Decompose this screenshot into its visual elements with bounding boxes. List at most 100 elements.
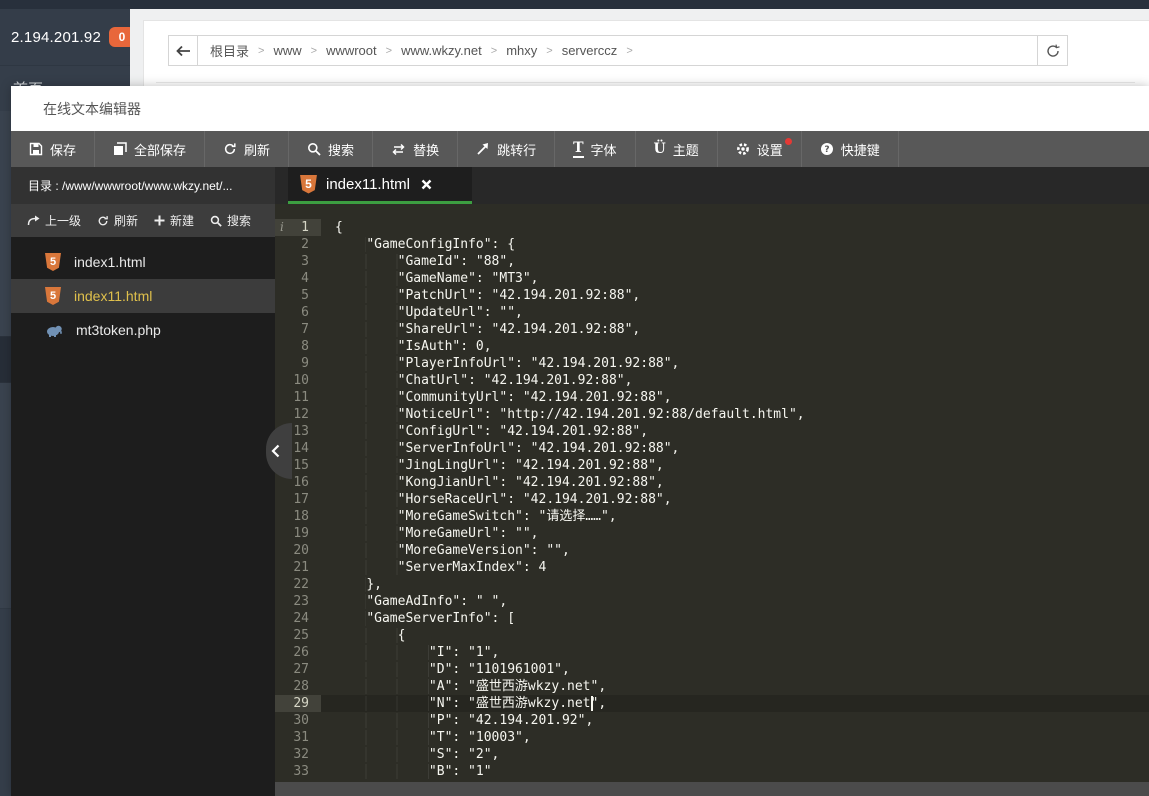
code-line[interactable]: 22 }, bbox=[275, 576, 1149, 593]
indent-guides bbox=[335, 424, 398, 439]
code-text: "T": "10003", bbox=[335, 730, 531, 745]
save-all-button[interactable]: 全部保存 bbox=[95, 131, 205, 167]
code-line[interactable]: 2 "GameConfigInfo": { bbox=[275, 236, 1149, 253]
goto-line-button[interactable]: 跳转行 bbox=[458, 131, 555, 167]
sidebar-server-header[interactable]: 2.194.201.92 0 bbox=[0, 9, 130, 66]
file-item-mt3token-php[interactable]: mt3token.php bbox=[11, 313, 275, 347]
gutter-info-marker: i bbox=[280, 219, 284, 236]
file-item-index1-html[interactable]: 5index1.html bbox=[11, 245, 275, 279]
breadcrumb-item[interactable]: www bbox=[273, 43, 301, 58]
line-number: 30 bbox=[275, 712, 321, 729]
code-line[interactable]: 33 "B": "1" bbox=[275, 763, 1149, 780]
code-line[interactable]: 18 "MoreGameSwitch": "请选择……", bbox=[275, 508, 1149, 525]
code-line[interactable]: 24 "GameServerInfo": [ bbox=[275, 610, 1149, 627]
code-line[interactable]: 28 "A": "盛世西游wkzy.net", bbox=[275, 678, 1149, 695]
replace-button[interactable]: 替换 bbox=[373, 131, 458, 167]
tree-search-button[interactable]: 搜索 bbox=[202, 212, 259, 229]
code-line[interactable]: 13 "ConfigUrl": "42.194.201.92:88", bbox=[275, 423, 1149, 440]
up-level-button[interactable]: 上一级 bbox=[19, 212, 89, 229]
breadcrumb-refresh-button[interactable] bbox=[1037, 36, 1067, 65]
new-file-button[interactable]: 新建 bbox=[146, 212, 202, 229]
code-line[interactable]: 5 "PatchUrl": "42.194.201.92:88", bbox=[275, 287, 1149, 304]
code-line[interactable]: 21 "ServerMaxIndex": 4 bbox=[275, 559, 1149, 576]
php-file-icon bbox=[45, 323, 63, 337]
code-line[interactable]: 12 "NoticeUrl": "http://42.194.201.92:88… bbox=[275, 406, 1149, 423]
code-line[interactable]: 25 { bbox=[275, 627, 1149, 644]
code-line[interactable]: 16 "KongJianUrl": "42.194.201.92:88", bbox=[275, 474, 1149, 491]
code-line[interactable]: 27 "D": "1101961001", bbox=[275, 661, 1149, 678]
settings-button[interactable]: 设置 bbox=[718, 131, 802, 167]
code-line[interactable]: 4 "GameName": "MT3", bbox=[275, 270, 1149, 287]
code-line[interactable]: 3 "GameId": "88", bbox=[275, 253, 1149, 270]
editor-body: 目录 : /www/wwwroot/www.wkzy.net/... 上一级 刷… bbox=[11, 167, 1149, 796]
indent-guides bbox=[335, 254, 398, 269]
code-line[interactable]: 14 "ServerInfoUrl": "42.194.201.92:88", bbox=[275, 440, 1149, 457]
tab-index11-html[interactable]: 5 index11.html bbox=[288, 167, 472, 204]
font-button[interactable]: T 字体 bbox=[555, 131, 635, 167]
code-line[interactable]: 10 "ChatUrl": "42.194.201.92:88", bbox=[275, 372, 1149, 389]
code-text: "P": "42.194.201.92", bbox=[335, 713, 593, 728]
indent-guides bbox=[335, 526, 398, 541]
breadcrumb-item[interactable]: 根目录 bbox=[210, 41, 249, 60]
editor-title: 在线文本编辑器 bbox=[43, 99, 141, 119]
html-file-icon: 5 bbox=[300, 175, 317, 194]
code-line[interactable]: 19 "MoreGameUrl": "", bbox=[275, 525, 1149, 542]
directory-path-bar: 目录 : /www/wwwroot/www.wkzy.net/... bbox=[11, 167, 275, 204]
editor-search-button[interactable]: 搜索 bbox=[289, 131, 373, 167]
code-line[interactable]: 20 "MoreGameVersion": "", bbox=[275, 542, 1149, 559]
breadcrumb-item[interactable]: serverccz bbox=[562, 43, 618, 58]
breadcrumb-item[interactable]: wwwroot bbox=[326, 43, 377, 58]
file-name: mt3token.php bbox=[76, 322, 161, 338]
refresh-icon bbox=[97, 215, 109, 227]
code-text: "ChatUrl": "42.194.201.92:88", bbox=[335, 373, 632, 388]
breadcrumb-item[interactable]: mhxy bbox=[506, 43, 537, 58]
code-line[interactable]: 30 "P": "42.194.201.92", bbox=[275, 712, 1149, 729]
back-button[interactable] bbox=[169, 36, 198, 65]
code-line[interactable]: 8 "IsAuth": 0, bbox=[275, 338, 1149, 355]
hotkeys-button[interactable]: ? 快捷键 bbox=[802, 131, 899, 167]
code-text: "ServerInfoUrl": "42.194.201.92:88", bbox=[335, 441, 679, 456]
code-text: "MoreGameSwitch": "请选择……", bbox=[335, 509, 617, 524]
code-line[interactable]: 29 "N": "盛世西游wkzy.net", bbox=[275, 695, 1149, 712]
code-line[interactable]: 7 "ShareUrl": "42.194.201.92:88", bbox=[275, 321, 1149, 338]
code-line[interactable]: 11 "CommunityUrl": "42.194.201.92:88", bbox=[275, 389, 1149, 406]
theme-button[interactable]: Ü 主题 bbox=[636, 131, 718, 167]
close-tab-icon[interactable] bbox=[421, 179, 432, 190]
line-number: 20 bbox=[275, 542, 321, 559]
code-line[interactable]: 31 "T": "10003", bbox=[275, 729, 1149, 746]
code-editor-pane: 5 index11.html 1i{2 "GameConfigInfo": {3… bbox=[275, 167, 1149, 796]
code-line[interactable]: 6 "UpdateUrl": "", bbox=[275, 304, 1149, 321]
breadcrumb-separator: > bbox=[386, 45, 392, 57]
editor-toolbar: 保存 全部保存 刷新 搜索 bbox=[11, 131, 1149, 167]
code-text: "GameConfigInfo": { bbox=[335, 237, 515, 252]
top-strip bbox=[0, 0, 1149, 9]
tree-refresh-button[interactable]: 刷新 bbox=[89, 212, 146, 229]
code-text: "GameServerInfo": [ bbox=[335, 611, 515, 626]
line-number: 31 bbox=[275, 729, 321, 746]
indent-guides bbox=[335, 713, 429, 728]
code-line[interactable]: 32 "S": "2", bbox=[275, 746, 1149, 763]
save-button[interactable]: 保存 bbox=[11, 131, 95, 167]
refresh-icon bbox=[1045, 43, 1061, 59]
code-text: "N": "盛世西游wkzy.net", bbox=[335, 696, 606, 711]
indent-guides bbox=[335, 339, 398, 354]
code-line[interactable]: 17 "HorseRaceUrl": "42.194.201.92:88", bbox=[275, 491, 1149, 508]
file-item-index11-html[interactable]: 5index11.html bbox=[11, 279, 275, 313]
file-name: index11.html bbox=[74, 288, 152, 304]
indent-guides bbox=[335, 611, 366, 626]
code-line[interactable]: 9 "PlayerInfoUrl": "42.194.201.92:88", bbox=[275, 355, 1149, 372]
code-line[interactable]: 23 "GameAdInfo": " ", bbox=[275, 593, 1149, 610]
indent-guides bbox=[335, 322, 398, 337]
indent-guides bbox=[335, 662, 429, 677]
code-line[interactable]: 15 "JingLingUrl": "42.194.201.92:88", bbox=[275, 457, 1149, 474]
indent-guides bbox=[335, 628, 398, 643]
breadcrumb-path: 根目录>www>wwwroot>www.wkzy.net>mhxy>server… bbox=[198, 36, 1037, 65]
code-line[interactable]: 1i{ bbox=[275, 219, 1149, 236]
breadcrumb-item[interactable]: www.wkzy.net bbox=[401, 43, 482, 58]
breadcrumb-separator: > bbox=[311, 45, 317, 57]
code-text: "KongJianUrl": "42.194.201.92:88", bbox=[335, 475, 664, 490]
code-area[interactable]: 1i{2 "GameConfigInfo": {3 "GameId": "88"… bbox=[275, 204, 1149, 796]
editor-refresh-button[interactable]: 刷新 bbox=[205, 131, 289, 167]
code-line[interactable]: 26 "I": "1", bbox=[275, 644, 1149, 661]
editor-status-bar bbox=[275, 782, 1149, 796]
